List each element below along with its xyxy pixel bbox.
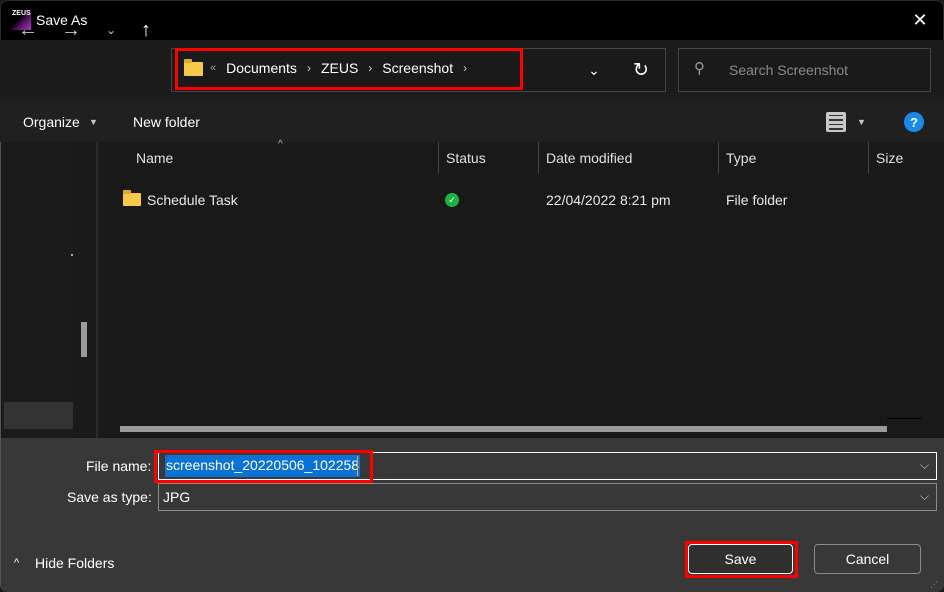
column-divider[interactable] [538, 142, 539, 174]
column-header-type[interactable]: Type [726, 150, 756, 166]
nav-pane-marker [71, 254, 73, 256]
details-view-icon[interactable] [826, 112, 846, 132]
file-name-label: File name: [86, 458, 152, 474]
column-header-size[interactable]: Size [876, 150, 903, 166]
divider [887, 418, 922, 419]
cancel-button[interactable]: Cancel [814, 544, 921, 574]
chevron-up-icon: ^ [14, 557, 20, 569]
address-history-button[interactable]: ⌄ [582, 58, 606, 82]
save-as-type-label: Save as type: [67, 489, 152, 505]
search-icon: ⚲ [694, 60, 705, 77]
column-divider[interactable] [868, 142, 869, 174]
column-header-status[interactable]: Status [446, 150, 486, 166]
nav-pane-scrollbar[interactable] [81, 322, 87, 357]
column-divider[interactable] [438, 142, 439, 174]
nav-pane-selected-item[interactable] [4, 402, 73, 429]
column-header-date-modified[interactable]: Date modified [546, 150, 632, 166]
chevron-down-icon: ⌄ [588, 61, 600, 78]
file-name-annotation-box [154, 450, 373, 483]
refresh-icon: ↻ [633, 59, 649, 81]
column-header-name[interactable]: Name [136, 150, 173, 166]
organize-button[interactable]: Organize [23, 114, 80, 130]
save-as-type-value: JPG [163, 489, 191, 505]
address-annotation-box [175, 48, 523, 90]
chevron-down-icon: ⌄ [105, 23, 117, 37]
close-icon: ✕ [912, 9, 928, 30]
sort-ascending-icon: ^ [278, 139, 283, 150]
folder-icon [123, 190, 141, 206]
navigation-pane [0, 142, 96, 438]
recent-locations-button[interactable]: ⌄ [99, 18, 123, 42]
column-divider[interactable] [718, 142, 719, 174]
file-list [98, 142, 944, 438]
refresh-button[interactable]: ↻ [628, 57, 654, 83]
arrow-right-icon: → [61, 18, 81, 41]
view-options-button[interactable]: ▼ [857, 117, 866, 127]
back-button[interactable]: ← [16, 18, 40, 42]
hide-folders-label: Hide Folders [35, 555, 115, 571]
new-folder-button[interactable]: New folder [133, 114, 200, 130]
row-type: File folder [726, 192, 788, 208]
help-icon[interactable]: ? [904, 112, 924, 132]
search-placeholder: Search Screenshot [729, 62, 849, 78]
arrow-up-icon: ↑ [141, 18, 151, 41]
up-button[interactable]: ↑ [134, 18, 158, 42]
caret-down-icon: ▼ [89, 117, 98, 127]
save-button[interactable]: Save [688, 544, 793, 574]
forward-button[interactable]: → [59, 18, 83, 42]
arrow-left-icon: ← [18, 18, 38, 41]
row-date-modified: 22/04/2022 8:21 pm [546, 192, 671, 208]
sync-ok-icon: ✓ [445, 193, 459, 207]
horizontal-scrollbar[interactable] [120, 426, 887, 432]
save-as-type-select[interactable] [158, 483, 937, 511]
row-name[interactable]: Schedule Task [147, 192, 238, 208]
file-name-dropdown-button[interactable]: ⌵ [920, 458, 929, 473]
resize-grip-icon[interactable]: ⋰ [930, 580, 940, 590]
chevron-down-icon[interactable]: ⌵ [920, 489, 929, 504]
close-button[interactable]: ✕ [897, 1, 943, 39]
